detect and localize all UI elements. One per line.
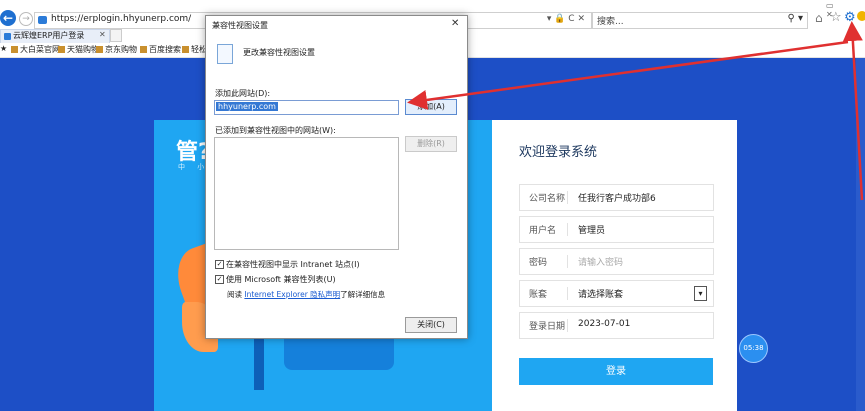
folder-icon: [58, 46, 65, 53]
favorite-item[interactable]: 轻松: [182, 44, 207, 55]
field-value[interactable]: 任我行客户成功部6: [578, 191, 656, 204]
field-divider: [567, 191, 568, 204]
search-placeholder: 搜索...: [597, 17, 624, 27]
field-divider: [567, 287, 568, 300]
folder-icon: [96, 46, 103, 53]
favorites-star-icon[interactable]: ★: [0, 44, 7, 53]
site-favicon-icon: [38, 16, 47, 24]
privacy-link[interactable]: Internet Explorer 隐私声明: [244, 290, 340, 299]
address-url[interactable]: https://erplogin.hhyunerp.com/: [51, 14, 191, 24]
document-icon: [217, 44, 233, 64]
mslist-checkbox[interactable]: ✓: [215, 275, 224, 284]
favorite-item[interactable]: 百度搜索: [140, 44, 181, 55]
new-tab-button[interactable]: [110, 29, 122, 42]
login-form: 欢迎登录系统 公司名称 任我行客户成功部6 用户名 管理员 密码 请输入密码 账…: [492, 120, 737, 411]
field-placeholder[interactable]: 请选择账套: [578, 287, 623, 300]
search-icon[interactable]: ⚲ ▾: [787, 13, 803, 24]
favorite-item[interactable]: 天猫购物: [58, 44, 99, 55]
intranet-checkbox-label[interactable]: 在兼容性视图中显示 Intranet 站点(I): [226, 259, 360, 270]
remove-button[interactable]: 删除(R): [405, 136, 457, 152]
username-field[interactable]: 用户名 管理员: [519, 216, 714, 243]
tab-close-icon[interactable]: ✕: [99, 30, 106, 39]
add-site-input[interactable]: hhyunerp.com: [214, 100, 399, 115]
folder-icon: [11, 46, 18, 53]
timer-badge[interactable]: 05:38: [739, 334, 768, 363]
field-value[interactable]: 2023-07-01: [578, 319, 630, 329]
dialog-header: 更改兼容性视图设置: [243, 48, 315, 57]
page-scrollbar[interactable]: [856, 58, 865, 411]
tab-label[interactable]: 云辉煌ERP用户登录: [13, 30, 84, 41]
dialog-title: 兼容性视图设置: [212, 21, 268, 30]
field-label: 公司名称: [529, 194, 566, 204]
address-actions[interactable]: ▾ 🔒 C ✕: [547, 14, 585, 24]
field-divider: [567, 223, 568, 236]
close-button[interactable]: 关闭(C): [405, 317, 457, 333]
password-field[interactable]: 密码 请输入密码: [519, 248, 714, 275]
tab-active[interactable]: 云辉煌ERP用户登录 ✕: [0, 29, 110, 43]
star-icon[interactable]: ☆: [830, 10, 842, 25]
field-placeholder[interactable]: 请输入密码: [578, 255, 623, 268]
back-icon[interactable]: ←: [0, 10, 16, 26]
folder-icon: [182, 46, 189, 53]
mslist-checkbox-label[interactable]: 使用 Microsoft 兼容性列表(U): [226, 274, 336, 285]
favorite-item[interactable]: 京东购物: [96, 44, 137, 55]
field-label: 登录日期: [529, 322, 566, 332]
field-value[interactable]: 管理员: [578, 223, 605, 236]
field-label: 密码: [529, 258, 548, 268]
field-divider: [567, 255, 568, 268]
field-divider: [567, 319, 568, 332]
field-label: 账套: [529, 290, 548, 300]
site-list-label: 已添加到兼容性视图中的网站(W):: [215, 126, 336, 135]
add-site-value[interactable]: hhyunerp.com: [216, 102, 278, 111]
plant-stem-illustration: [254, 330, 264, 390]
login-title: 欢迎登录系统: [519, 145, 598, 160]
add-button[interactable]: 添加(A): [405, 99, 457, 115]
field-label: 用户名: [529, 226, 557, 236]
privacy-note: 阅读 Internet Explorer 隐私声明了解详细信息: [227, 289, 385, 300]
login-button[interactable]: 登录: [519, 358, 713, 385]
company-field[interactable]: 公司名称 任我行客户成功部6: [519, 184, 714, 211]
home-icon[interactable]: ⌂: [815, 11, 823, 25]
feedback-icon[interactable]: [857, 11, 865, 21]
compat-view-dialog: 兼容性视图设置 ✕ 更改兼容性视图设置 添加此网站(D): hhyunerp.c…: [205, 15, 468, 339]
add-site-label: 添加此网站(D):: [215, 89, 271, 98]
account-set-select[interactable]: 账套 请选择账套 ▾: [519, 280, 714, 307]
gear-icon[interactable]: ⚙: [844, 10, 856, 25]
login-date-field[interactable]: 登录日期 2023-07-01: [519, 312, 714, 339]
privacy-note-suffix: 了解详细信息: [340, 290, 386, 299]
favorite-item[interactable]: 大白菜官网: [11, 44, 60, 55]
forward-icon[interactable]: →: [19, 12, 33, 26]
search-input[interactable]: 搜索... ⚲ ▾: [592, 12, 808, 29]
close-icon[interactable]: ✕: [451, 18, 459, 29]
folder-icon: [140, 46, 147, 53]
tab-favicon-icon: [4, 33, 11, 40]
chevron-down-icon[interactable]: ▾: [694, 286, 707, 301]
intranet-checkbox[interactable]: ✓: [215, 260, 224, 269]
site-list[interactable]: [214, 137, 399, 250]
privacy-note-prefix: 阅读: [227, 290, 242, 299]
